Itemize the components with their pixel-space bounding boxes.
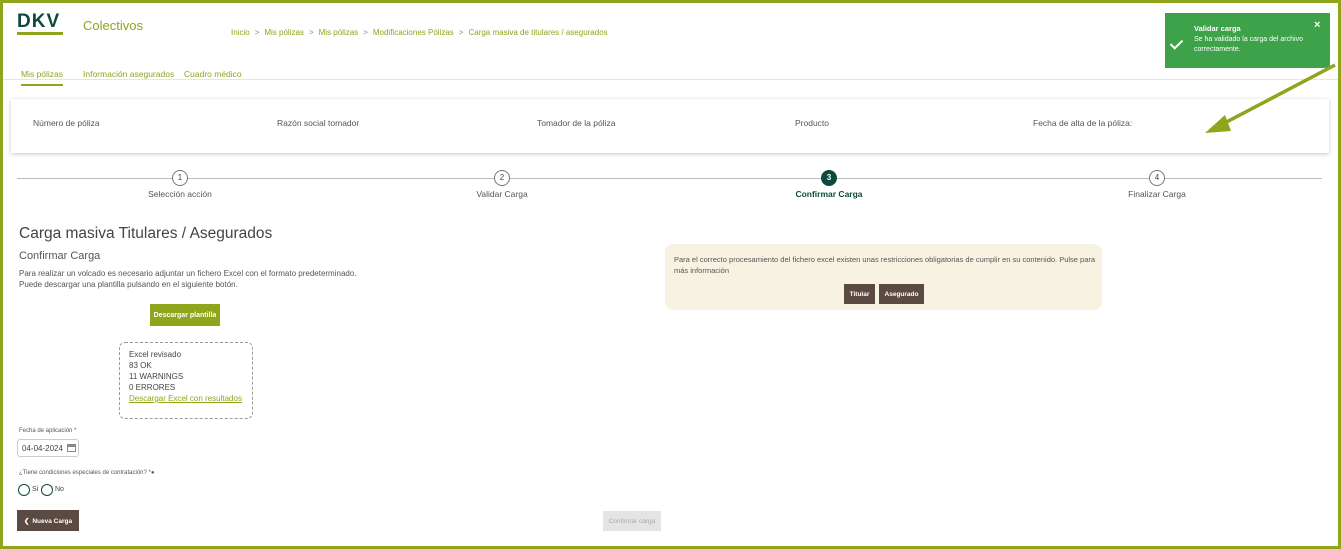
breadcrumb-separator: > [254, 28, 260, 37]
app-frame: DKV Colectivos Inicio > Mis pólizas > Mis pó… [0, 0, 1341, 549]
breadcrumb-item-modificaciones[interactable]: Modificaciones Pólizas [373, 28, 454, 37]
breadcrumb-separator: > [308, 28, 314, 37]
titular-button[interactable]: Titular [844, 284, 875, 304]
new-load-button[interactable]: ❮ Nueva Carga [17, 510, 79, 531]
instructions-text: Para realizar un volcado es necesario ad… [19, 268, 357, 290]
restrictions-info-text: Para el correcto procesamiento del fiche… [674, 255, 1096, 275]
tab-mis-polizas[interactable]: Mis pólizas [21, 69, 64, 86]
step-label: Selección acción [148, 189, 212, 199]
step-number: 1 [172, 170, 188, 186]
policy-company-label: Razón social tomador [277, 118, 360, 128]
instructions-line-1: Para realizar un volcado es necesario ad… [19, 269, 357, 278]
info-icon[interactable]: ● [151, 470, 155, 476]
asegurado-button[interactable]: Asegurado [879, 284, 924, 304]
policy-number-label: Número de póliza [33, 118, 100, 128]
breadcrumb-separator: > [363, 28, 368, 37]
radio-yes-label: Sí [32, 486, 39, 494]
result-title: Excel revisado [129, 350, 182, 359]
calendar-icon[interactable] [67, 444, 76, 452]
nav-tabs: Mis pólizas Información asegurados Cuadr… [3, 57, 1338, 86]
radio-no-circle[interactable] [41, 483, 53, 496]
check-icon [1169, 36, 1184, 50]
special-conditions-label: ¿Tiene condiciones especiales de contrat… [19, 470, 154, 476]
breadcrumb-item-mis-polizas[interactable]: Mis pólizas [264, 28, 304, 37]
annotation-arrow-icon [1205, 63, 1336, 133]
toast-message: Se ha validado la carga del archivo corr… [1194, 36, 1303, 53]
new-load-label: Nueva Carga [32, 517, 73, 525]
success-toast: Validar carga Se ha validado la carga de… [1165, 13, 1330, 68]
restrictions-info-box: Para el correcto procesamiento del fiche… [665, 244, 1102, 310]
radio-yes-circle[interactable] [18, 483, 30, 496]
toast-title: Validar carga [1194, 24, 1241, 33]
download-results-link[interactable]: Descargar Excel con resultados [129, 394, 242, 403]
result-ok-count: 83 OK [129, 361, 152, 370]
breadcrumb: Inicio > Mis pólizas > Mis pólizas > Modificac… [231, 28, 608, 37]
dkv-logo[interactable]: DKV [17, 11, 60, 33]
breadcrumb-separator: > [458, 28, 464, 37]
tab-informacion-asegurados[interactable]: Información asegurados [83, 69, 174, 79]
close-icon[interactable]: × [1314, 19, 1320, 31]
step-number: 2 [494, 170, 510, 186]
step-validar-carga: 2 Validar Carga [402, 170, 602, 199]
policy-holder-label: Tomador de la póliza [537, 118, 616, 128]
application-date-label: Fecha de aplicación * [19, 428, 77, 434]
result-warnings-count: 11 WARNINGS [129, 372, 184, 381]
policy-summary-card: Número de póliza Razón social tomador To… [11, 99, 1329, 153]
tab-cuadro-medico[interactable]: Cuadro médico [184, 69, 242, 79]
radio-no-label: No [55, 486, 64, 494]
instructions-line-2: Puede descargar una plantilla pulsando e… [19, 280, 238, 289]
step-number: 3 [821, 170, 837, 186]
step-seleccion-accion: 1 Selección acción [80, 170, 280, 199]
result-errors-count: 0 ERRORES [129, 383, 176, 392]
download-template-button[interactable]: Descargar plantilla [150, 304, 220, 326]
policy-product-label: Producto [795, 118, 830, 128]
radio-option-yes[interactable]: Sí [18, 481, 39, 499]
step-label: Finalizar Carga [1128, 189, 1186, 199]
breadcrumb-item-inicio[interactable]: Inicio [231, 28, 250, 37]
special-conditions-label-text: ¿Tiene condiciones especiales de contrat… [19, 470, 151, 476]
policy-start-date-label: Fecha de alta de la póliza: [1033, 118, 1133, 128]
breadcrumb-item-carga-masiva: Carga masiva de titulares / asegurados [468, 28, 608, 37]
step-label: Validar Carga [476, 189, 528, 199]
step-label: Confirmar Carga [795, 189, 863, 199]
step-number: 4 [1149, 170, 1165, 186]
header: DKV Colectivos Inicio > Mis pólizas > Mis pó… [3, 3, 1338, 55]
step-finalizar-carga: 4 Finalizar Carga [1057, 170, 1257, 199]
app-name: Colectivos [83, 18, 143, 33]
stepper: 1 Selección acción 2 Validar Carga 3 Con… [3, 170, 1338, 202]
page-title: Carga masiva Titulares / Asegurados [19, 225, 273, 242]
confirm-load-button[interactable]: Confirmar carga [603, 511, 661, 531]
logo-underline [17, 32, 63, 35]
step-confirmar-carga: 3 Confirmar Carga [729, 170, 929, 199]
radio-option-no[interactable]: No [41, 481, 64, 499]
excel-result-box: Excel revisado 83 OK 11 WARNINGS 0 ERROR… [119, 342, 253, 419]
section-subtitle: Confirmar Carga [19, 250, 101, 262]
breadcrumb-item-mis-polizas-2[interactable]: Mis pólizas [319, 28, 359, 37]
